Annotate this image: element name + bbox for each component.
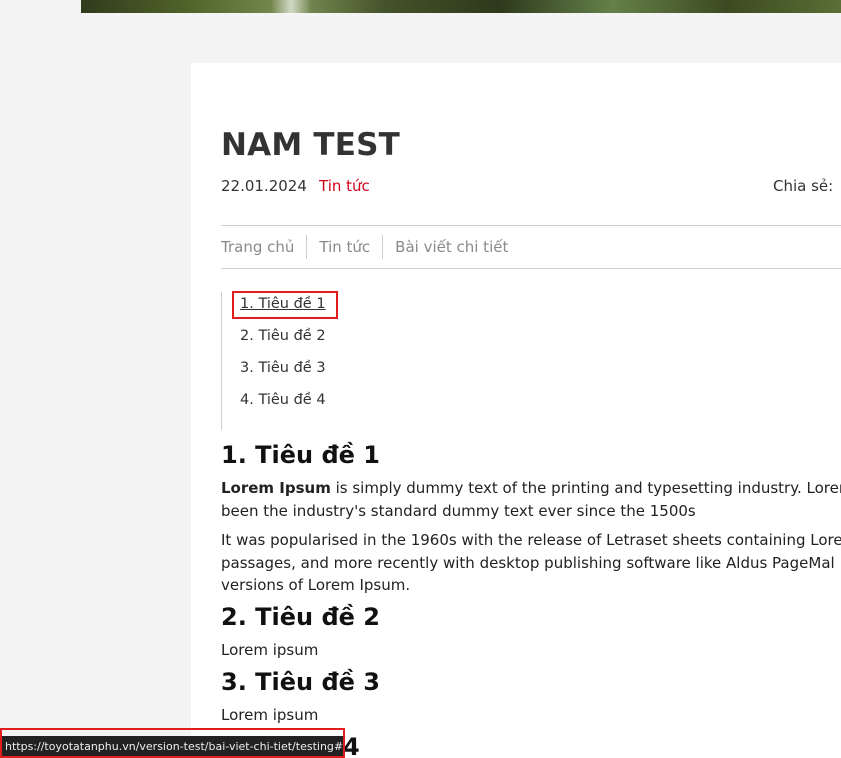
p2-line2: passages, and more recently with desktop…	[221, 553, 835, 572]
article-card: NAM TEST 22.01.2024 Tin tức Chia sẻ: Tra…	[191, 63, 841, 758]
bold-term: Lorem Ipsum	[221, 479, 331, 497]
section-3-heading: 3. Tiêu đề 3	[221, 668, 380, 696]
toc-item-2[interactable]: 2. Tiêu đề 2	[240, 328, 326, 344]
p2-line3: versions of Lorem Ipsum.	[221, 576, 411, 594]
section-4-heading: 4	[343, 733, 360, 758]
section-1-heading: 1. Tiêu đề 1	[221, 441, 380, 469]
section-1-paragraph-1: Lorem Ipsum is simply dummy text of the …	[221, 477, 841, 522]
toc-highlight-box	[232, 291, 338, 319]
p1-line1: is simply dummy text of the printing and…	[330, 479, 841, 497]
breadcrumb-home[interactable]: Trang chủ	[221, 235, 306, 259]
section-2-heading: 2. Tiêu đề 2	[221, 603, 380, 631]
hero-image-strip	[81, 0, 841, 13]
p1-line2: been the industry's standard dummy text …	[221, 501, 696, 520]
toc-item-3[interactable]: 3. Tiêu đề 3	[240, 360, 326, 376]
share-label: Chia sẻ:	[773, 177, 834, 195]
article-title: NAM TEST	[221, 127, 400, 163]
breadcrumb: Trang chủ Tin tức Bài viết chi tiết	[221, 225, 841, 269]
article-date: 22.01.2024	[221, 177, 307, 195]
status-highlight-box	[0, 728, 345, 758]
section-2-text: Lorem ipsum	[221, 641, 319, 659]
breadcrumb-current[interactable]: Bài viết chi tiết	[382, 235, 520, 259]
breadcrumb-news[interactable]: Tin tức	[306, 235, 382, 259]
section-1-paragraph-2: It was popularised in the 1960s with the…	[221, 529, 841, 597]
toc-item-4[interactable]: 4. Tiêu đề 4	[240, 392, 326, 408]
category-link[interactable]: Tin tức	[319, 177, 370, 195]
section-3-text: Lorem ipsum	[221, 706, 319, 724]
p2-line1: It was popularised in the 1960s with the…	[221, 531, 841, 549]
